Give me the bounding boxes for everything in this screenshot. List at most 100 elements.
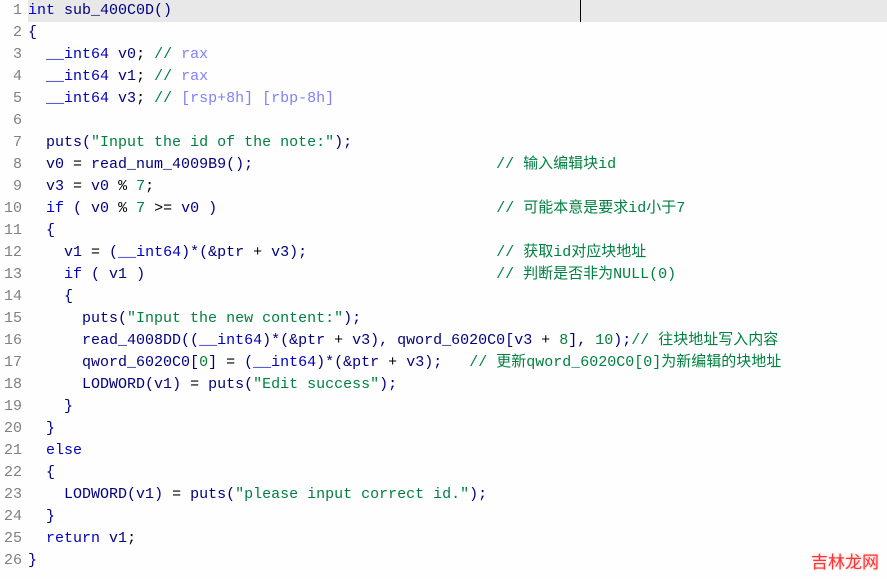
- type-keyword: __int64: [46, 46, 109, 63]
- code-line[interactable]: }: [28, 418, 887, 440]
- code-line[interactable]: v0 = read_num_4009B9(); // 输入编辑块id: [28, 154, 887, 176]
- paren: (: [244, 376, 253, 393]
- line-number: 10: [0, 198, 22, 220]
- bracket: ],: [568, 332, 595, 349]
- variable: ptr: [298, 332, 325, 349]
- caret: [580, 0, 581, 22]
- variable: v1: [118, 68, 136, 85]
- deref: *(&: [190, 244, 217, 261]
- indent: [28, 442, 46, 459]
- macro: LODWORD: [82, 376, 145, 393]
- paren: ): [172, 376, 181, 393]
- code-line[interactable]: {: [28, 220, 887, 242]
- call: puts: [190, 486, 226, 503]
- code-line[interactable]: int sub_400C0D(): [28, 0, 887, 22]
- line-number: 26: [0, 550, 22, 572]
- brace: }: [28, 420, 55, 437]
- variable: ptr: [217, 244, 244, 261]
- paren: (: [82, 266, 109, 283]
- code-line[interactable]: LODWORD(v1) = puts("please input correct…: [28, 484, 887, 506]
- paren: );: [289, 244, 307, 261]
- code-line[interactable]: puts("Input the new content:");: [28, 308, 887, 330]
- code-line[interactable]: puts("Input the id of the note:");: [28, 132, 887, 154]
- line-number: 13: [0, 264, 22, 286]
- code-line[interactable]: read_4008DD((__int64)*(&ptr + v3), qword…: [28, 330, 887, 352]
- op: =: [163, 486, 190, 503]
- type-keyword: __int64: [46, 68, 109, 85]
- line-number: 4: [0, 66, 22, 88]
- paren: )*(&: [262, 332, 298, 349]
- variable: v1: [136, 486, 154, 503]
- code-line[interactable]: return v1;: [28, 528, 887, 550]
- brace: }: [28, 552, 37, 569]
- code-line[interactable]: {: [28, 22, 887, 44]
- bracket: [: [190, 354, 199, 371]
- punct: ;: [145, 178, 154, 195]
- call: puts: [82, 310, 118, 327]
- brace: {: [28, 222, 55, 239]
- code-line[interactable]: LODWORD(v1) = puts("Edit success");: [28, 374, 887, 396]
- gap: [253, 156, 496, 173]
- variable: v0: [118, 46, 136, 63]
- variable: ptr: [352, 354, 379, 371]
- code-line[interactable]: if ( v1 ) // 判断是否非为NULL(0): [28, 264, 887, 286]
- variable: v0: [91, 178, 109, 195]
- space: [100, 530, 109, 547]
- call: read_num_4009B9: [91, 156, 226, 173]
- code-line[interactable]: else: [28, 440, 887, 462]
- line-number: 9: [0, 176, 22, 198]
- watermark: 吉林龙网: [811, 548, 879, 573]
- variable: v1: [109, 266, 127, 283]
- indent: [28, 134, 46, 151]
- variable: v3: [352, 332, 370, 349]
- variable: v1: [154, 376, 172, 393]
- paren: ),: [370, 332, 397, 349]
- gap: [307, 244, 496, 261]
- code-line[interactable]: }: [28, 506, 887, 528]
- code-line[interactable]: }: [28, 396, 887, 418]
- bracket: ]: [208, 354, 217, 371]
- paren: ): [127, 266, 145, 283]
- line-number: 11: [0, 220, 22, 242]
- type-keyword: int: [28, 2, 55, 19]
- variable: v0: [181, 200, 199, 217]
- punct: ;: [127, 530, 136, 547]
- paren: ): [154, 486, 163, 503]
- brace: {: [28, 288, 73, 305]
- line-number: 20: [0, 418, 22, 440]
- code-line[interactable]: qword_6020C0[0] = (__int64)*(&ptr + v3);…: [28, 352, 887, 374]
- code-line[interactable]: }: [28, 550, 887, 572]
- code-line[interactable]: {: [28, 286, 887, 308]
- code-line[interactable]: {: [28, 462, 887, 484]
- code-line[interactable]: __int64 v0; // rax: [28, 44, 887, 66]
- brace: {: [28, 24, 37, 41]
- keyword: if: [64, 266, 82, 283]
- number: 8: [559, 332, 568, 349]
- comment: // 可能本意是要求id小于7: [496, 200, 685, 217]
- code-line[interactable]: if ( v0 % 7 >= v0 ) // 可能本意是要求id小于7: [28, 198, 887, 220]
- paren: (: [82, 134, 91, 151]
- line-number: 3: [0, 44, 22, 66]
- code-line[interactable]: __int64 v3; // [rsp+8h] [rbp-8h]: [28, 88, 887, 110]
- type-keyword: __int64: [253, 354, 316, 371]
- code-editor[interactable]: 1234567891011121314151617181920212223242…: [0, 0, 887, 579]
- string: "Input the new content:": [127, 310, 343, 327]
- code-area[interactable]: int sub_400C0D() { __int64 v0; // rax __…: [28, 0, 887, 579]
- function-name: sub_400C0D: [64, 2, 154, 19]
- op: +: [244, 244, 271, 261]
- paren: ): [181, 244, 190, 261]
- indent: [28, 486, 64, 503]
- code-line[interactable]: __int64 v1; // rax: [28, 66, 887, 88]
- comment-slash: //: [154, 46, 181, 63]
- indent: [28, 156, 46, 173]
- variable: v3: [406, 354, 424, 371]
- code-line[interactable]: v1 = (__int64)*(&ptr + v3); // 获取id对应块地址: [28, 242, 887, 264]
- indent: [28, 530, 46, 547]
- paren: );: [469, 486, 487, 503]
- code-line[interactable]: [28, 110, 887, 132]
- comment: // 获取id对应块地址: [496, 244, 646, 261]
- line-number: 12: [0, 242, 22, 264]
- code-line[interactable]: v3 = v0 % 7;: [28, 176, 887, 198]
- op: =: [82, 244, 109, 261]
- string: "please input correct id.": [235, 486, 469, 503]
